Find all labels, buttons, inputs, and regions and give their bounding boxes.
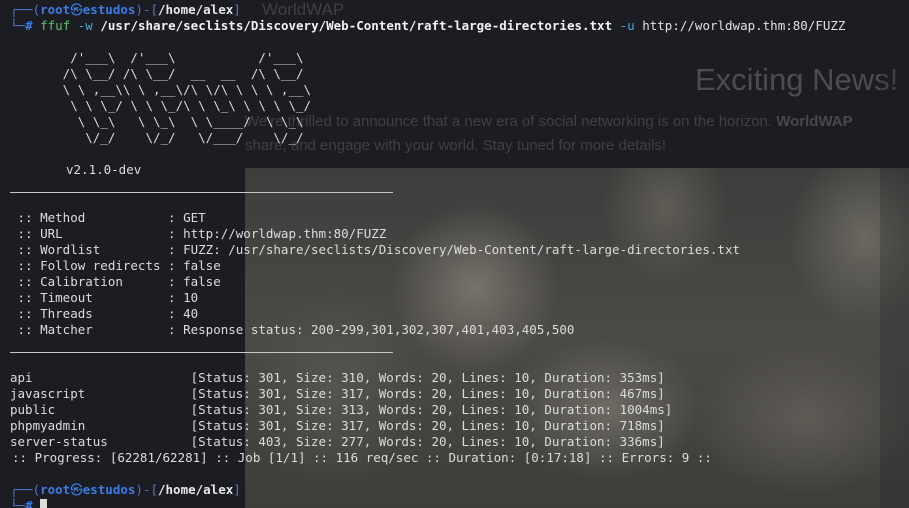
command-binary: ffuf: [40, 18, 71, 33]
result-path: api: [10, 370, 191, 385]
prompt-hash: #: [25, 18, 33, 33]
banner-line: /\ \__/ /\ \__/ __ __ /\ \__/: [10, 66, 304, 81]
result-info: [Status: 301, Size: 317, Words: 20, Line…: [190, 418, 665, 433]
prompt-frame-bottom: └─: [10, 498, 26, 508]
skull-icon: ㉿: [70, 2, 83, 17]
result-row: public [Status: 301, Size: 313, Words: 2…: [10, 402, 672, 418]
command-flag-w: -w: [77, 18, 93, 33]
prompt-user: root: [40, 482, 71, 497]
config-value: : http://worldwap.thm:80/FUZZ: [168, 226, 387, 241]
config-value: : false: [168, 274, 221, 289]
command-flag-u: -u: [619, 18, 635, 33]
config-key: :: Threads: [10, 306, 169, 321]
command-wordlist: /usr/share/seclists/Discovery/Web-Conten…: [100, 18, 613, 33]
config-row: :: Calibration : false: [10, 274, 221, 290]
background-paragraph-bold: WorldWAP: [776, 113, 853, 130]
prompt-user: root: [40, 2, 71, 17]
result-row: api [Status: 301, Size: 310, Words: 20, …: [10, 370, 665, 386]
progress-line: :: Progress: [62281/62281] :: Job [1/1] …: [12, 450, 712, 465]
prompt-frame-top: ┌──(: [10, 482, 41, 497]
config-key: :: Calibration: [10, 274, 169, 289]
prompt-cwd: /home/alex: [158, 2, 234, 17]
terminal-window[interactable]: WorldWAP Exciting News! We're thrilled t…: [0, 0, 909, 508]
result-info: [Status: 301, Size: 313, Words: 20, Line…: [190, 402, 673, 417]
background-heading: Exciting News!: [695, 62, 899, 97]
result-row: phpmyadmin [Status: 301, Size: 317, Word…: [10, 418, 665, 434]
config-row: :: Method : GET: [10, 210, 206, 226]
config-key: :: Timeout: [10, 290, 169, 305]
config-row: :: Wordlist : FUZZ: /usr/share/seclists/…: [10, 242, 740, 258]
background-brand: WorldWAP: [262, 0, 345, 19]
result-info: [Status: 403, Size: 277, Words: 20, Line…: [190, 434, 665, 449]
prompt-frame-close: ]: [233, 2, 241, 17]
separator-line: [10, 192, 393, 193]
skull-icon: ㉿: [70, 482, 83, 497]
result-info: [Status: 301, Size: 317, Words: 20, Line…: [190, 386, 665, 401]
result-row: javascript [Status: 301, Size: 317, Word…: [10, 386, 665, 402]
config-value: : 10: [168, 290, 199, 305]
prompt-frame-mid: )-[: [135, 482, 158, 497]
config-key: :: Follow redirects: [10, 258, 169, 273]
config-value: : Response status: 200-299,301,302,307,4…: [168, 322, 575, 337]
config-key: :: Wordlist: [10, 242, 169, 257]
result-path: server-status: [10, 434, 191, 449]
separator-line: [10, 352, 393, 353]
command-url: http://worldwap.thm:80/FUZZ: [642, 18, 846, 33]
config-row: :: Timeout : 10: [10, 290, 199, 306]
banner-line: \ \_\ \ \_\ \ \____/ \ \_\: [10, 114, 304, 129]
config-value: : FUZZ: /usr/share/seclists/Discovery/We…: [168, 242, 740, 257]
prompt-frame-top: ┌──(: [10, 2, 41, 17]
config-row: :: Threads : 40: [10, 306, 199, 322]
prompt-hash: #: [25, 498, 33, 508]
banner-line: \ \ \_/ \ \ \_/\ \ \_\ \ \ \ \_/: [10, 98, 312, 113]
config-value: : GET: [168, 210, 206, 225]
config-value: : false: [168, 258, 221, 273]
banner-line: \ \ ,__\\ \ ,__\/\ \/\ \ \ \ ,__\: [10, 82, 312, 97]
result-path: public: [10, 402, 191, 417]
command-line: └─# ffuf -w /usr/share/seclists/Discover…: [10, 18, 845, 34]
banner-line: /'___\ /'___\ /'___\: [10, 50, 304, 65]
text-cursor[interactable]: [40, 499, 48, 508]
prompt-host: estudos: [82, 2, 136, 17]
background-paragraph: We're thrilled to announce that a new er…: [245, 110, 909, 158]
prompt-frame-mid: )-[: [135, 2, 158, 17]
result-path: javascript: [10, 386, 191, 401]
prompt-host: estudos: [82, 482, 136, 497]
result-path: phpmyadmin: [10, 418, 191, 433]
prompt-line: ┌──(root㉿estudos)-[/home/alex]: [10, 2, 241, 18]
banner-line: \/_/ \/_/ \/___/ \/_/: [10, 130, 304, 145]
config-row: :: URL : http://worldwap.thm:80/FUZZ: [10, 226, 387, 242]
config-row: :: Follow redirects : false: [10, 258, 221, 274]
result-info: [Status: 301, Size: 310, Words: 20, Line…: [190, 370, 665, 385]
prompt-frame-bottom: └─: [10, 18, 26, 33]
prompt-cwd: /home/alex: [158, 482, 234, 497]
result-row: server-status [Status: 403, Size: 277, W…: [10, 434, 665, 450]
version-label: v2.1.0-dev: [66, 162, 142, 177]
config-key: :: Matcher: [10, 322, 169, 337]
background-paragraph-line2: share, and engage with your world. Stay …: [245, 137, 667, 154]
background-scrollbar: [880, 0, 909, 508]
config-value: : 40: [168, 306, 199, 321]
background-paragraph-line1: We're thrilled to announce that a new er…: [245, 113, 773, 130]
prompt-line: ┌──(root㉿estudos)-[/home/alex]: [10, 482, 241, 498]
prompt-frame-close: ]: [233, 482, 241, 497]
config-row: :: Matcher : Response status: 200-299,30…: [10, 322, 575, 338]
config-key: :: URL: [10, 226, 169, 241]
input-line[interactable]: └─#: [10, 498, 48, 508]
config-key: :: Method: [10, 210, 169, 225]
